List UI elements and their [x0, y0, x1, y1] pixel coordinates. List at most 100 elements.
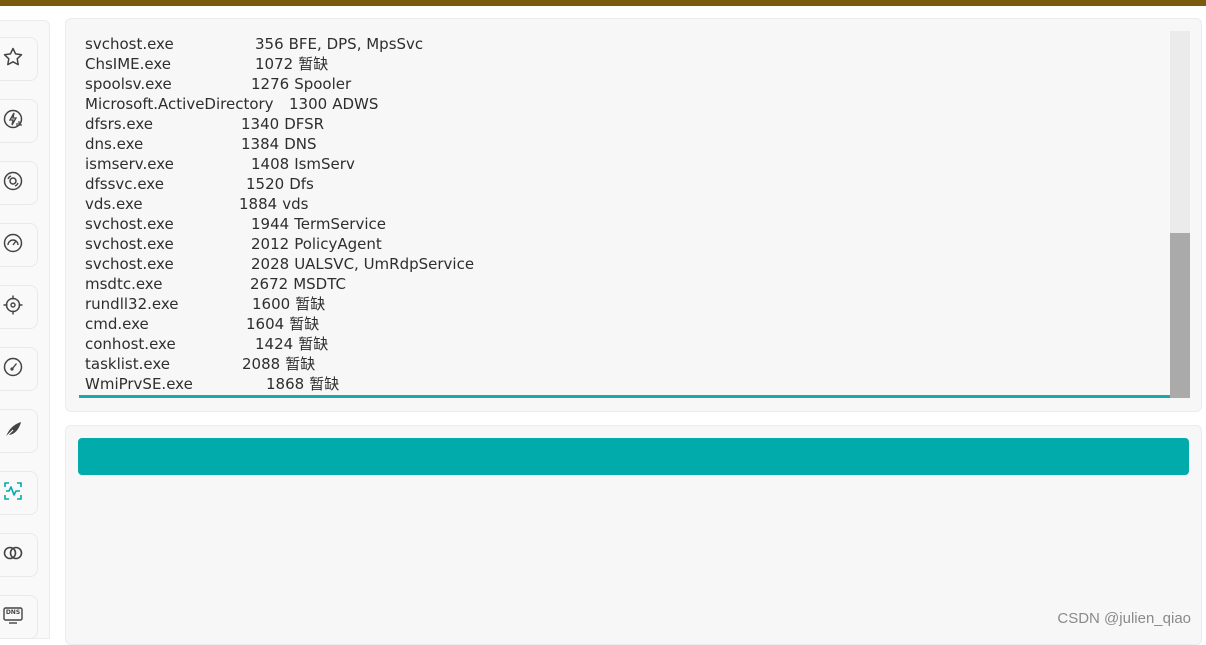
sidebar-button-2[interactable]: [0, 99, 38, 143]
image-name: spoolsv.exe: [85, 75, 172, 93]
service-names: 暂缺: [298, 335, 329, 353]
process-id: 1276: [251, 75, 290, 93]
feather-icon: [2, 418, 24, 444]
process-id: 1884: [239, 195, 278, 213]
image-name: svchost.exe: [85, 235, 174, 253]
process-id: 1424: [255, 335, 294, 353]
output-lines: svchost.exe 356 BFE, DPS, MpsSvc ChsIME.exe…: [85, 34, 1165, 394]
sidebar-button-6[interactable]: [0, 347, 38, 391]
process-id: 2672: [250, 275, 289, 293]
image-name: dns.exe: [85, 135, 144, 153]
output-line: svchost.exe 2028 UALSVC, UmRdpService: [85, 254, 1165, 274]
process-id: 2088: [242, 355, 281, 373]
service-names: ADWS: [332, 95, 379, 113]
output-line: spoolsv.exe 1276 Spooler: [85, 74, 1165, 94]
image-name: tasklist.exe: [85, 355, 170, 373]
process-id: 1600: [252, 295, 291, 313]
sidebar-button-9[interactable]: [0, 533, 38, 577]
output-line: rundll32.exe 1600 暂缺: [85, 294, 1165, 314]
image-name: svchost.exe: [85, 255, 174, 273]
image-name: conhost.exe: [85, 335, 176, 353]
dns-icon: DNS: [2, 604, 24, 630]
service-names: IsmServ: [294, 155, 355, 173]
output-line: ismserv.exe 1408 IsmServ: [85, 154, 1165, 174]
service-names: DNS: [284, 135, 317, 153]
image-name: svchost.exe: [85, 215, 174, 233]
service-names: 暂缺: [289, 315, 320, 333]
output-line: conhost.exe 1424 暂缺: [85, 334, 1165, 354]
speedometer-icon: [2, 356, 24, 382]
top-accent-bar: [0, 0, 1206, 6]
service-names: Spooler: [294, 75, 352, 93]
sidebar-button-10[interactable]: DNS: [0, 595, 38, 639]
scrollbar-thumb[interactable]: [1170, 233, 1190, 398]
sidebar-button-7[interactable]: [0, 409, 38, 453]
sidebar-button-1[interactable]: [0, 37, 38, 81]
image-name: ChsIME.exe: [85, 55, 172, 73]
output-panel: svchost.exe 356 BFE, DPS, MpsSvc ChsIME.exe…: [65, 18, 1202, 412]
lightning-chart-icon: [2, 108, 24, 134]
output-line: vds.exe 1884 vds: [85, 194, 1165, 214]
output-line: dfsrs.exe 1340 DFSR: [85, 114, 1165, 134]
sidebar-button-4[interactable]: [0, 223, 38, 267]
process-id: 1604: [246, 315, 285, 333]
service-names: PolicyAgent: [294, 235, 382, 253]
output-line: svchost.exe 1944 TermService: [85, 214, 1165, 234]
image-name: ismserv.exe: [85, 155, 174, 173]
process-id: 356: [255, 35, 284, 53]
image-name: rundll32.exe: [85, 295, 179, 313]
service-names: BFE, DPS, MpsSvc: [288, 35, 424, 53]
image-name: vds.exe: [85, 195, 143, 213]
output-line: tasklist.exe 2088 暂缺: [85, 354, 1165, 374]
image-name: WmiPrvSE.exe: [85, 375, 193, 393]
output-line: Microsoft.ActiveDirectory 1300 ADWS: [85, 94, 1165, 114]
process-id: 1300: [289, 95, 328, 113]
output-line: dns.exe 1384 DNS: [85, 134, 1165, 154]
gauge-icon: [2, 232, 24, 258]
image-name: msdtc.exe: [85, 275, 163, 293]
process-id: 1340: [241, 115, 280, 133]
output-line: ChsIME.exe 1072 暂缺: [85, 54, 1165, 74]
command-output[interactable]: svchost.exe 356 BFE, DPS, MpsSvc ChsIME.exe…: [79, 31, 1190, 398]
service-names: TermService: [294, 215, 386, 233]
process-id: 1944: [251, 215, 290, 233]
process-id: 1520: [246, 175, 285, 193]
sidebar-button-3[interactable]: [0, 161, 38, 205]
process-id: 2012: [251, 235, 290, 253]
service-names: 暂缺: [298, 55, 329, 73]
image-name: Microsoft.ActiveDirectory: [85, 95, 274, 113]
output-line: svchost.exe 356 BFE, DPS, MpsSvc: [85, 34, 1165, 54]
output-line: WmiPrvSE.exe 1868 暂缺: [85, 374, 1165, 394]
sidebar-button-8[interactable]: [0, 471, 38, 515]
output-scrollbar[interactable]: [1170, 31, 1190, 398]
sidebar: DNS: [0, 20, 50, 639]
link-rings-icon: [2, 542, 24, 568]
process-id: 1868: [266, 375, 305, 393]
dns-icon-label: DNS: [5, 609, 21, 616]
output-line: dfssvc.exe 1520 Dfs: [85, 174, 1165, 194]
output-line: svchost.exe 2012 PolicyAgent: [85, 234, 1165, 254]
scan-wave-icon: [2, 480, 24, 506]
process-id: 1072: [255, 55, 294, 73]
crosshair-icon: [2, 294, 24, 320]
service-names: DFSR: [284, 115, 325, 133]
watermark: CSDN @julien_qiao: [1057, 610, 1191, 627]
output-line: cmd.exe 1604 暂缺: [85, 314, 1165, 334]
process-id: 1384: [241, 135, 280, 153]
disc-spin-icon: [2, 170, 24, 196]
sidebar-button-5[interactable]: [0, 285, 38, 329]
service-names: Dfs: [289, 175, 314, 193]
star-icon: [2, 46, 24, 72]
image-name: dfsrs.exe: [85, 115, 153, 133]
service-names: 暂缺: [309, 375, 340, 393]
output-line: msdtc.exe 2672 MSDTC: [85, 274, 1165, 294]
image-name: dfssvc.exe: [85, 175, 164, 193]
service-names: vds: [282, 195, 309, 213]
service-names: MSDTC: [293, 275, 346, 293]
process-id: 1408: [251, 155, 290, 173]
execute-button[interactable]: [78, 438, 1189, 475]
action-panel: [65, 425, 1202, 645]
image-name: svchost.exe: [85, 35, 174, 53]
service-names: 暂缺: [295, 295, 326, 313]
process-id: 2028: [251, 255, 290, 273]
